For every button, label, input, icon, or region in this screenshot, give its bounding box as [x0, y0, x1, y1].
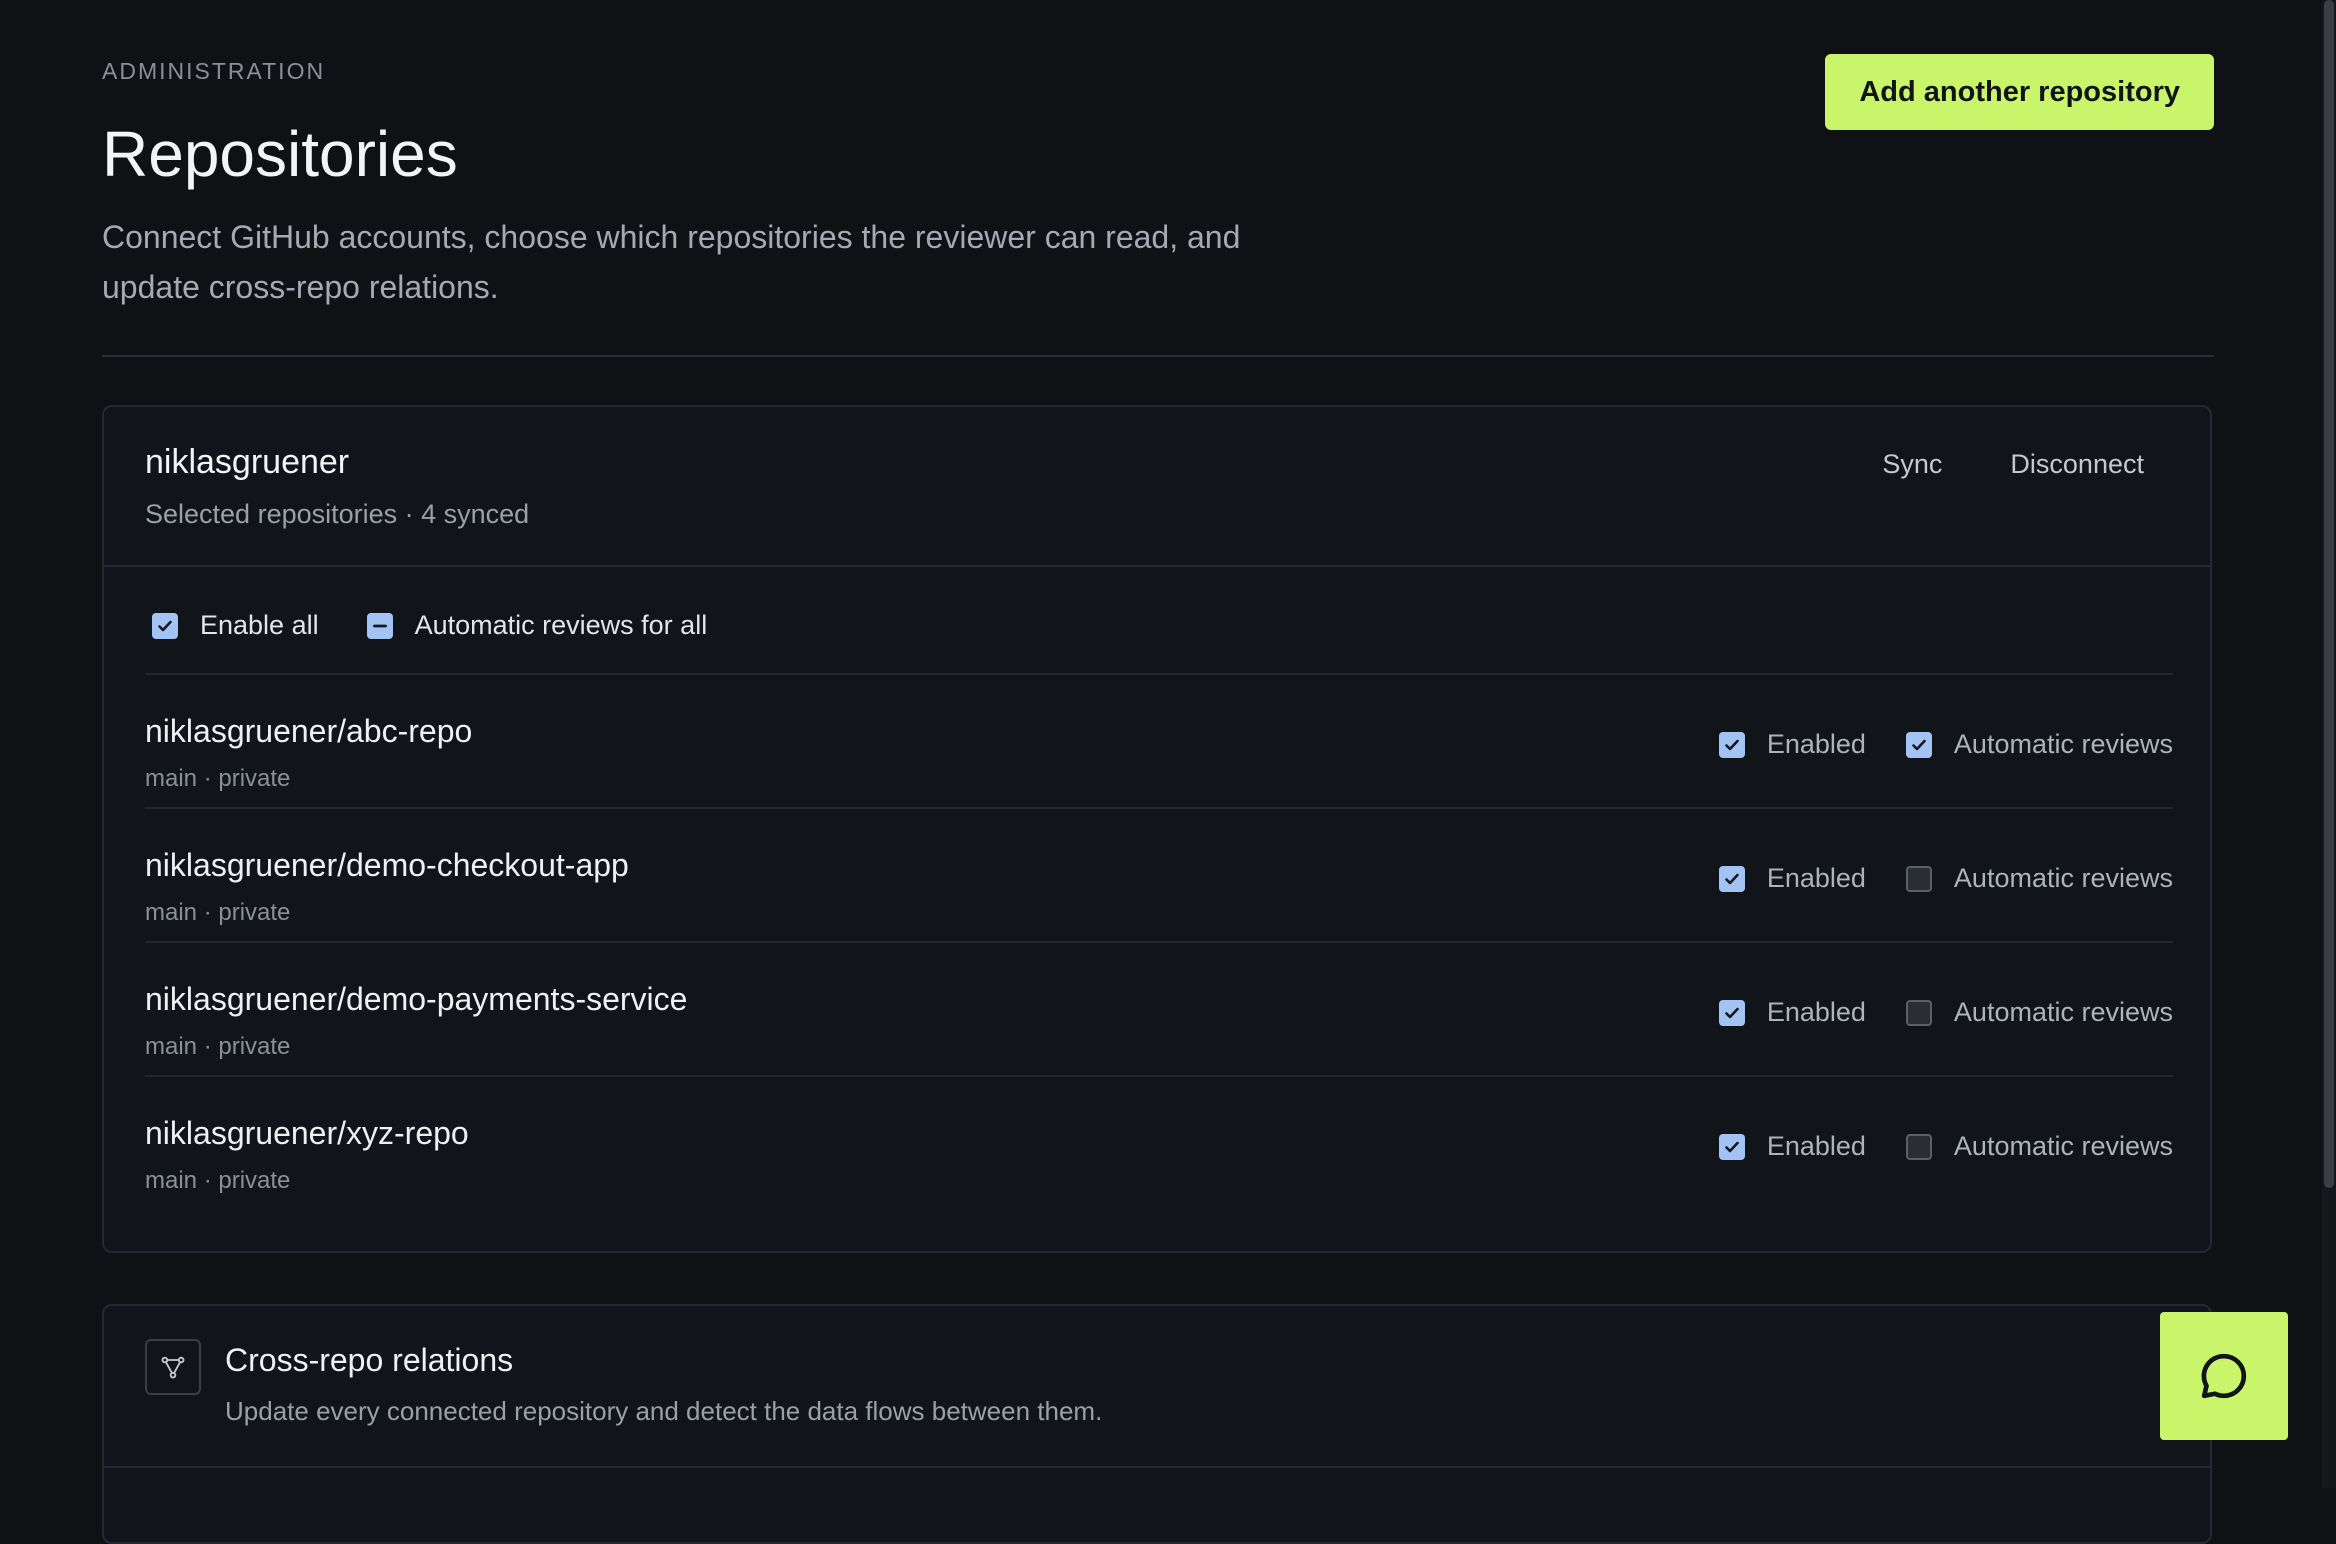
repo-enabled-checkbox[interactable] — [1718, 1133, 1745, 1160]
scrollbar-thumb[interactable] — [2324, 0, 2334, 1188]
cross-repo-relations-card: Cross-repo relations Update every connec… — [102, 1304, 2212, 1544]
repo-toggles: Enabled Automatic reviews — [1718, 1131, 2173, 1162]
header-divider — [102, 355, 2214, 357]
repository-list: niklasgruener/abc-repo main · private En… — [145, 673, 2173, 1209]
add-repository-button[interactable]: Add another repository — [1825, 54, 2214, 130]
repo-auto-reviews-label: Automatic reviews — [1953, 1131, 2173, 1161]
auto-reviews-all-label: Automatic reviews for all — [414, 610, 708, 640]
chat-bubble-icon — [2201, 1353, 2247, 1399]
repo-enabled-checkbox[interactable] — [1718, 731, 1745, 758]
repo-enabled-checkbox[interactable] — [1718, 999, 1745, 1026]
repo-auto-reviews-label: Automatic reviews — [1953, 997, 2173, 1027]
enable-all-label: Enable all — [200, 610, 319, 640]
repo-auto-reviews-checkbox[interactable] — [1905, 731, 1932, 758]
relations-title: Cross-repo relations — [225, 1342, 514, 1378]
auto-reviews-all-checkbox[interactable] — [366, 612, 393, 639]
repo-row: niklasgruener/demo-checkout-app main · p… — [145, 807, 2173, 941]
repo-enabled-label: Enabled — [1766, 863, 1866, 893]
page-title: Repositories — [102, 118, 458, 190]
repo-row: niklasgruener/abc-repo main · private En… — [145, 673, 2173, 807]
repo-toggles: Enabled Automatic reviews — [1718, 997, 2173, 1028]
repo-enabled-toggle[interactable]: Enabled — [1718, 729, 1866, 760]
repo-toggles: Enabled Automatic reviews — [1718, 863, 2173, 894]
section-eyebrow: ADMINISTRATION — [102, 58, 326, 84]
chat-button[interactable] — [2160, 1312, 2288, 1440]
repo-name: niklasgruener/demo-payments-service — [145, 981, 688, 1017]
repo-toggles: Enabled Automatic reviews — [1718, 729, 2173, 760]
repo-auto-reviews-checkbox[interactable] — [1905, 999, 1932, 1026]
repo-enabled-checkbox[interactable] — [1718, 865, 1745, 892]
repo-meta: main · private — [145, 899, 291, 926]
graph-icon — [145, 1339, 201, 1395]
repo-name: niklasgruener/demo-checkout-app — [145, 847, 629, 883]
enable-all-checkbox[interactable] — [152, 612, 178, 639]
account-actions: Sync Disconnect — [1882, 449, 2144, 480]
repo-name: niklasgruener/xyz-repo — [145, 1115, 469, 1151]
bulk-controls: Enable all Automatic reviews for all — [152, 610, 755, 641]
repo-auto-reviews-label: Automatic reviews — [1953, 729, 2173, 759]
enable-all-toggle[interactable]: Enable all — [152, 610, 319, 641]
repo-auto-reviews-toggle[interactable]: Automatic reviews — [1905, 997, 2173, 1028]
repo-row: niklasgruener/xyz-repo main · private En… — [145, 1075, 2173, 1209]
repo-auto-reviews-toggle[interactable]: Automatic reviews — [1905, 863, 2173, 894]
repo-enabled-label: Enabled — [1766, 729, 1866, 759]
page-description: Connect GitHub accounts, choose which re… — [102, 219, 1241, 305]
account-card: niklasgruener Selected repositories · 4 … — [102, 405, 2212, 1253]
relations-divider — [104, 1466, 2210, 1468]
sync-button[interactable]: Sync — [1882, 449, 1942, 480]
repo-meta: main · private — [145, 765, 291, 792]
repo-enabled-toggle[interactable]: Enabled — [1718, 863, 1866, 894]
repo-enabled-label: Enabled — [1766, 1131, 1866, 1161]
repo-row: niklasgruener/demo-payments-service main… — [145, 941, 2173, 1075]
relations-subtitle: Update every connected repository and de… — [225, 1396, 1103, 1426]
repo-name: niklasgruener/abc-repo — [145, 713, 473, 749]
disconnect-button[interactable]: Disconnect — [2010, 449, 2144, 480]
repo-auto-reviews-checkbox[interactable] — [1905, 1133, 1932, 1160]
repo-auto-reviews-toggle[interactable]: Automatic reviews — [1905, 1131, 2173, 1162]
repo-enabled-toggle[interactable]: Enabled — [1718, 1131, 1866, 1162]
repo-auto-reviews-checkbox[interactable] — [1905, 865, 1932, 892]
repo-auto-reviews-toggle[interactable]: Automatic reviews — [1905, 729, 2173, 760]
repo-meta: main · private — [145, 1033, 291, 1060]
account-subtitle: Selected repositories · 4 synced — [145, 499, 530, 529]
account-name: niklasgruener — [145, 443, 350, 481]
repo-enabled-label: Enabled — [1766, 997, 1866, 1027]
auto-reviews-all-toggle[interactable]: Automatic reviews for all — [366, 610, 708, 641]
repo-auto-reviews-label: Automatic reviews — [1953, 863, 2173, 893]
account-header: niklasgruener Selected repositories · 4 … — [104, 407, 2210, 567]
repo-meta: main · private — [145, 1167, 291, 1194]
repo-enabled-toggle[interactable]: Enabled — [1718, 997, 1866, 1028]
